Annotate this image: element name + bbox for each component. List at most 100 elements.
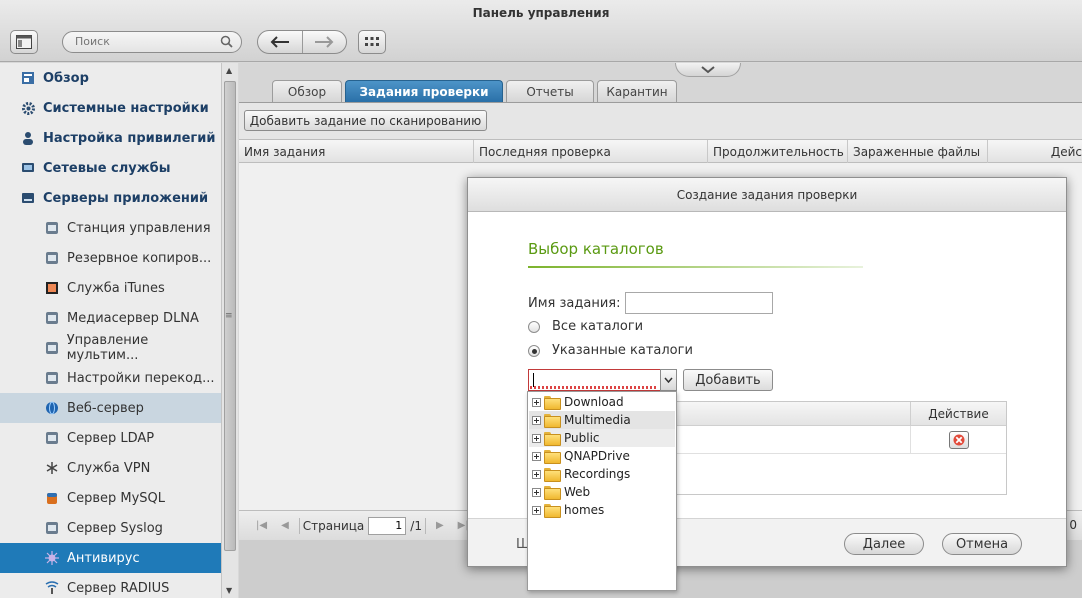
row-action-cell (910, 426, 1006, 454)
sidebar-item-dlna[interactable]: Медиасервер DLNA (0, 303, 221, 333)
multimedia-icon (44, 340, 60, 356)
tab-scan-jobs[interactable]: Задания проверки (345, 80, 503, 102)
expand-icon[interactable] (532, 397, 541, 407)
pager-separator (424, 517, 426, 534)
sidebar-item-syslog[interactable]: Сервер Syslog (0, 513, 221, 543)
column-action[interactable]: Дейс (988, 140, 1082, 163)
tab-reports[interactable]: Отчеты (506, 80, 594, 102)
folder-name: homes (564, 503, 605, 517)
collapse-toggle[interactable] (675, 63, 741, 77)
transcode-icon (44, 370, 60, 386)
tab-quarantine[interactable]: Карантин (597, 80, 677, 102)
next-button[interactable]: Далее (844, 533, 924, 555)
page-number-input[interactable] (368, 516, 407, 535)
dropdown-folder-item[interactable]: QNAPDrive (529, 447, 675, 465)
expand-icon[interactable] (532, 505, 541, 515)
expand-icon[interactable] (532, 487, 541, 497)
sidebar-item-vpn[interactable]: Служба VPN (0, 453, 221, 483)
folder-name: Multimedia (564, 413, 631, 427)
forward-button[interactable] (303, 31, 347, 53)
sidebar-item-label: Управление мультим... (66, 333, 149, 363)
radio-specified-folders-label: Указанные каталоги (552, 343, 693, 358)
back-button[interactable] (258, 31, 303, 53)
section-underline (528, 266, 863, 268)
sidebar-item-itunes[interactable]: Служба iTunes (0, 273, 221, 303)
sidebar-item-label: Системные настройки (43, 100, 209, 116)
sidebar-item-user[interactable]: Настройка привилегий (0, 123, 221, 153)
arrow-right-icon (315, 36, 334, 48)
next-page-icon[interactable]: ▶ (436, 520, 444, 531)
radio-specified-folders-button[interactable] (528, 344, 540, 357)
sidebar-item-label: Серверы приложений (43, 190, 209, 206)
folder-name: Public (564, 431, 600, 445)
combo-trigger[interactable] (660, 369, 677, 391)
itunes-icon (44, 280, 60, 296)
expand-icon[interactable] (532, 451, 541, 461)
radio-all-folders[interactable]: Все каталоги (528, 319, 643, 334)
search-icon[interactable] (220, 35, 233, 51)
folder-icon (544, 396, 561, 410)
sidebar-item-backup[interactable]: Резервное копиров... (0, 243, 221, 273)
sidebar-item-overview[interactable]: Обзор (0, 63, 221, 93)
navigation-group (257, 30, 347, 54)
expand-icon[interactable] (532, 415, 541, 425)
cancel-button[interactable]: Отмена (942, 533, 1022, 555)
dialog-title: Создание задания проверки (468, 178, 1066, 212)
sidebar-item-network[interactable]: Сетевые службы (0, 153, 221, 183)
sidebar-item-label: Веб-сервер (67, 400, 144, 416)
folder-icon (544, 432, 561, 446)
sidebar-item-radius[interactable]: Сервер RADIUS (0, 573, 221, 598)
ldap-icon (44, 430, 60, 446)
column-last-scan[interactable]: Последняя проверка (474, 140, 708, 163)
tab-overview[interactable]: Обзор (272, 80, 342, 102)
prev-page-icon[interactable]: ◀ (281, 520, 289, 531)
sidebar-item-server[interactable]: Серверы приложений (0, 183, 221, 213)
page-total: /1 (410, 518, 422, 533)
column-infected-files[interactable]: Зараженные файлы (848, 140, 988, 163)
search-input[interactable] (75, 35, 215, 48)
dropdown-folder-item[interactable]: homes (529, 501, 675, 519)
add-scan-job-button[interactable]: Добавить задание по сканированию (244, 110, 487, 131)
add-folder-button[interactable]: Добавить (683, 369, 773, 391)
radio-all-folders-button[interactable] (528, 320, 540, 333)
column-duration[interactable]: Продолжительность (708, 140, 848, 163)
sidebar-item-mysql[interactable]: Сервер MySQL (0, 483, 221, 513)
home-button[interactable] (10, 30, 38, 54)
folder-combo-input[interactable] (528, 369, 677, 391)
apps-button[interactable] (358, 30, 386, 54)
grip-icon: ≡ (225, 311, 233, 321)
radio-specified-folders[interactable]: Указанные каталоги (528, 343, 693, 358)
text-cursor (533, 373, 534, 387)
sidebar-item-multimedia[interactable]: Управление мультим... (0, 333, 221, 363)
scroll-down-icon[interactable]: ▼ (226, 586, 232, 595)
expand-icon[interactable] (532, 469, 541, 479)
sidebar-item-ldap[interactable]: Сервер LDAP (0, 423, 221, 453)
dlna-icon (44, 310, 60, 326)
delete-button[interactable] (948, 431, 969, 449)
sidebar-item-station[interactable]: Станция управления (0, 213, 221, 243)
sidebar-item-antivirus[interactable]: Антивирус (0, 543, 221, 573)
grid-header: Имя задания Последняя проверка Продолжит… (239, 140, 1082, 163)
dropdown-folder-item[interactable]: Public (529, 429, 675, 447)
expand-icon[interactable] (532, 433, 541, 443)
sidebar: Обзор Системные настройки Настройка привил… (0, 63, 221, 598)
chevron-down-icon (701, 65, 715, 73)
dropdown-folder-item[interactable]: Recordings (529, 465, 675, 483)
sidebar-item-label: Резервное копиров... (67, 250, 212, 266)
column-action-header[interactable]: Действие (910, 402, 1006, 426)
sidebar-item-label: Служба iTunes (67, 280, 165, 296)
dropdown-folder-item[interactable]: Multimedia (529, 411, 675, 429)
task-name-input[interactable] (625, 292, 773, 314)
sidebar-item-transcode[interactable]: Настройки перекод... (0, 363, 221, 393)
column-job-name[interactable]: Имя задания (239, 140, 474, 163)
sidebar-scrollbar[interactable]: ▲ ≡ ▼ (221, 63, 238, 598)
grid-icon (365, 37, 379, 46)
sidebar-item-gear[interactable]: Системные настройки (0, 93, 221, 123)
sidebar-item-web-server[interactable]: Веб-сервер (0, 393, 221, 423)
scroll-up-icon[interactable]: ▲ (226, 66, 232, 75)
dropdown-folder-item[interactable]: Web (529, 483, 675, 501)
search-box[interactable] (62, 31, 242, 53)
first-page-icon[interactable]: |◀ (256, 520, 267, 531)
dropdown-folder-item[interactable]: Download (529, 393, 675, 411)
web-server-icon (44, 400, 60, 416)
